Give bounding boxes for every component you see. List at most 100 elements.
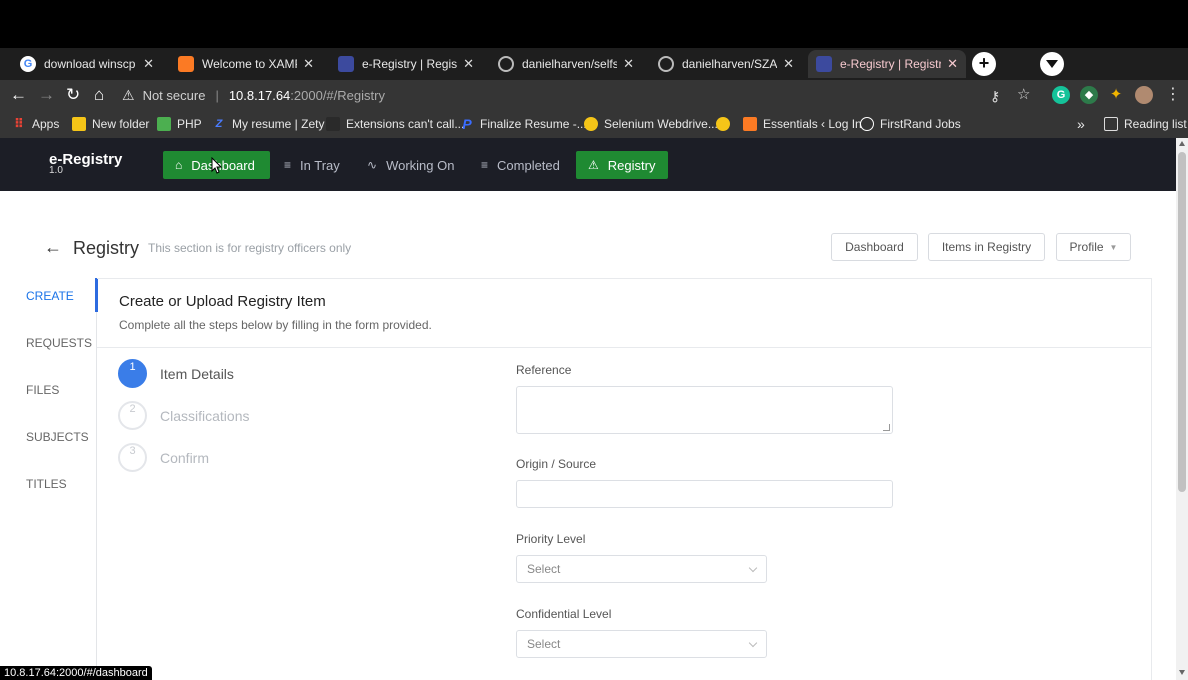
browser-tab[interactable]: e-Registry | Registry ✕ (330, 50, 482, 78)
origin-label: Origin / Source (516, 457, 597, 471)
close-tab-icon[interactable]: ✕ (947, 56, 958, 72)
browser-tab-active[interactable]: e-Registry | Registry ✕ (808, 50, 966, 78)
button-label: Items in Registry (941, 240, 1032, 254)
star-icon[interactable]: ☆ (1017, 84, 1030, 106)
php-icon (157, 117, 171, 131)
scrollbar-thumb[interactable] (1178, 152, 1186, 492)
bookmark-zety[interactable]: Z My resume | Zety (212, 115, 325, 133)
home-icon[interactable]: ⌂ (94, 84, 104, 106)
card-description: Complete all the steps below by filling … (119, 318, 432, 332)
tab-title: e-Registry | Registry (840, 57, 942, 71)
bookmark-label: Selenium Webdrive... (604, 117, 718, 131)
step-item-details[interactable]: 1 Item Details (118, 359, 234, 388)
confidential-select[interactable]: Select (516, 630, 767, 658)
doc-icon (326, 117, 340, 131)
select-value: Select (527, 562, 561, 576)
scroll-up-icon[interactable] (1179, 141, 1185, 146)
list-icon: ≡ (284, 158, 292, 172)
selenium-icon (716, 117, 730, 131)
origin-field[interactable] (516, 480, 893, 508)
bookmark-folder[interactable]: New folder (72, 115, 149, 133)
items-in-registry-button[interactable]: Items in Registry (928, 233, 1045, 261)
sidebar-item-files[interactable]: FILES (26, 383, 59, 397)
url-host: 10.8.17.64 (228, 87, 291, 103)
tab-title: Welcome to XAMPP (202, 57, 297, 71)
sidebar-item-titles[interactable]: TITLES (26, 477, 67, 491)
warning-icon: ⚠ (588, 158, 599, 172)
nav-in-tray-button[interactable]: ≡ In Tray (272, 151, 352, 179)
bookmarks-bar: ⠿ Apps New folder PHP Z My resume | Zety… (0, 110, 1188, 138)
forward-icon[interactable]: → (38, 84, 55, 106)
nav-label: Registry (607, 157, 656, 173)
close-tab-icon[interactable]: ✕ (623, 56, 634, 72)
card-title: Create or Upload Registry Item (119, 293, 326, 310)
bookmark-apps[interactable]: ⠿ Apps (12, 115, 59, 133)
priority-label: Priority Level (516, 532, 586, 546)
close-tab-icon[interactable]: ✕ (783, 56, 794, 72)
home-icon: ⌂ (175, 158, 183, 172)
step-label: Classifications (160, 407, 250, 424)
browser-tab[interactable]: danielharven/selfservic ✕ (490, 50, 642, 78)
close-tab-icon[interactable]: ✕ (463, 56, 474, 72)
bookmark-firstrand[interactable]: FirstRand Jobs (860, 115, 961, 133)
close-tab-icon[interactable]: ✕ (143, 56, 154, 72)
step-confirm[interactable]: 3 Confirm (118, 443, 209, 472)
profile-dropdown[interactable]: Profile ▼ (1056, 233, 1131, 261)
tab-title: danielharven/selfservic (522, 57, 618, 71)
bookmark-php[interactable]: PHP (157, 115, 202, 133)
nav-completed-button[interactable]: ≡ Completed (469, 151, 572, 179)
select-value: Select (527, 637, 561, 651)
browser-tab[interactable]: danielharven/SZAR-ui ✕ (650, 50, 802, 78)
bookmark-label: Essentials ‹ Log In (763, 117, 862, 131)
bookmark-label: FirstRand Jobs (880, 117, 961, 131)
nav-label: Working On (386, 157, 455, 173)
bookmark-extensions[interactable]: Extensions can't call... (326, 115, 464, 133)
avatar[interactable] (1135, 86, 1153, 104)
bookmark-selenium-2[interactable] (716, 115, 736, 133)
menu-icon[interactable]: ⋮ (1165, 84, 1181, 106)
grammarly-icon[interactable]: G (1052, 86, 1070, 104)
sidebar-item-create[interactable]: CREATE (26, 289, 74, 303)
e-registry-icon (338, 56, 354, 72)
sidebar-item-requests[interactable]: REQUESTS (26, 336, 92, 350)
xampp-icon (178, 56, 194, 72)
puzzle-icon[interactable]: ✦ (1107, 86, 1125, 104)
nav-registry-button[interactable]: ⚠ Registry (576, 151, 668, 179)
list-icon: ≡ (481, 158, 489, 172)
bookmark-label: PHP (177, 117, 202, 131)
p-icon: P (462, 116, 472, 132)
bookmark-finalize-resume[interactable]: P Finalize Resume -... (460, 115, 586, 133)
new-tab-button[interactable]: + (972, 52, 996, 76)
step-number: 1 (118, 359, 147, 388)
scroll-down-icon[interactable] (1179, 670, 1185, 675)
page-scrollbar[interactable] (1176, 138, 1188, 680)
back-icon[interactable]: ← (10, 84, 27, 106)
reference-field[interactable] (516, 386, 893, 434)
e-registry-icon (816, 56, 832, 72)
extension-icon[interactable]: ◆ (1080, 86, 1098, 104)
tab-title: e-Registry | Registry (362, 57, 458, 71)
chevron-down-icon (748, 638, 758, 648)
bookmark-selenium[interactable]: Selenium Webdrive... (584, 115, 718, 133)
reload-icon[interactable]: ↻ (66, 84, 80, 106)
bookmarks-overflow-icon[interactable]: » (1077, 115, 1085, 133)
nav-label: Dashboard (191, 157, 255, 173)
sidebar-item-subjects[interactable]: SUBJECTS (26, 430, 89, 444)
chevron-down-icon (748, 563, 758, 573)
browser-tab[interactable]: G download winscp - G ✕ (12, 50, 162, 78)
dashboard-button[interactable]: Dashboard (831, 233, 918, 261)
folder-icon (72, 117, 86, 131)
bookmark-essentials[interactable]: Essentials ‹ Log In (743, 115, 862, 133)
back-arrow-icon[interactable]: ← (44, 237, 62, 258)
close-tab-icon[interactable]: ✕ (303, 56, 314, 72)
priority-select[interactable]: Select (516, 555, 767, 583)
step-label: Confirm (160, 449, 210, 466)
step-classifications[interactable]: 2 Classifications (118, 401, 249, 430)
browser-tab[interactable]: Welcome to XAMPP ✕ (170, 50, 322, 78)
key-icon[interactable]: ⚷ (990, 85, 1000, 107)
address-bar[interactable]: ⚠ Not secure | 10.8.17.64:2000/#/Registr… (122, 82, 1022, 108)
url-path: :2000/#/Registry (290, 87, 385, 103)
tab-search-icon[interactable] (1040, 52, 1064, 76)
nav-working-on-button[interactable]: ∿ Working On (355, 151, 466, 179)
reading-list-button[interactable]: Reading list (1104, 115, 1187, 133)
